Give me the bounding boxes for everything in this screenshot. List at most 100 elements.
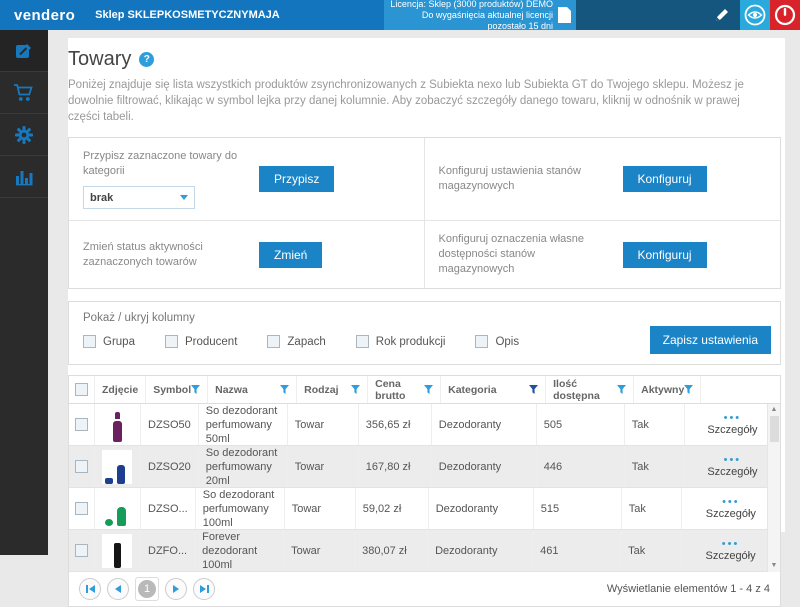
content-area: Towary ? Poniżej znajduje się lista wszy…: [48, 30, 800, 555]
category-select[interactable]: brak: [83, 186, 195, 209]
document-icon: [558, 7, 571, 23]
next-page-button[interactable]: [165, 578, 187, 600]
ellipsis-icon: •••: [722, 539, 740, 549]
table-row: DZSO... So dezodorant perfumowany 100ml …: [69, 488, 780, 530]
current-page-button[interactable]: 1: [135, 577, 159, 601]
license-line2: Do wygaśnięcia aktualnej licencji pozost…: [390, 10, 553, 32]
product-photo: [95, 446, 141, 487]
availability-section: Konfiguruj oznaczenia własne dostępności…: [425, 221, 781, 288]
scroll-up-icon[interactable]: ▲: [771, 406, 778, 414]
filter-funnel-icon[interactable]: [424, 385, 433, 395]
header-quantity: Ilość dostępna: [546, 376, 634, 403]
last-page-button[interactable]: [193, 578, 215, 600]
cell-active: Tak: [625, 446, 685, 487]
cell-price: 356,65 zł: [359, 404, 432, 445]
filter-funnel-icon-active[interactable]: [529, 385, 538, 395]
checkbox-icon[interactable]: [475, 335, 488, 348]
cell-active: Tak: [621, 530, 681, 571]
header-details: [701, 376, 780, 403]
checkbox-icon[interactable]: [356, 335, 369, 348]
table-row: DZFO... Forever dezodorant 100ml Towar 3…: [69, 530, 780, 572]
cell-category: Dezodoranty: [428, 530, 533, 571]
configure-availability-button[interactable]: Konfiguruj: [623, 242, 707, 268]
row-checkbox[interactable]: [69, 404, 95, 445]
pagination-summary: Wyświetlanie elementów 1 - 4 z 4: [607, 583, 770, 595]
pencil-icon[interactable]: [714, 7, 730, 23]
shop-name-label: Sklep SKLEPKOSMETYCZNYMAJA: [95, 0, 280, 30]
previous-page-button[interactable]: [107, 578, 129, 600]
cell-symbol: DZSO20: [141, 446, 199, 487]
save-settings-button[interactable]: Zapisz ustawienia: [650, 326, 771, 354]
cell-quantity: 515: [534, 488, 622, 529]
select-all-checkbox[interactable]: [69, 376, 95, 403]
header-type: Rodzaj: [297, 376, 368, 403]
column-toggle-opis[interactable]: Opis: [475, 335, 519, 348]
cell-name: So dezodorant perfumowany 20ml: [199, 446, 288, 487]
vendero-logo[interactable]: vendero: [0, 0, 75, 30]
details-link[interactable]: ••• Szczegóły: [685, 446, 780, 487]
scrollbar-thumb[interactable]: [770, 416, 779, 442]
table-row: DZSO50 So dezodorant perfumowany 50ml To…: [69, 404, 780, 446]
row-checkbox[interactable]: [69, 530, 95, 571]
columns-panel-title: Pokaż / ukryj kolumny: [83, 312, 766, 324]
topbar-spacer: [280, 0, 384, 30]
column-toggle-zapach[interactable]: Zapach: [267, 335, 325, 348]
change-status-section: Zmień status aktywności zaznaczonych tow…: [69, 221, 425, 288]
details-link[interactable]: ••• Szczegóły: [685, 404, 780, 445]
filter-funnel-icon[interactable]: [684, 385, 693, 395]
stock-settings-section: Konfiguruj ustawienia stanów magazynowyc…: [425, 138, 781, 221]
table-scrollbar[interactable]: ▲ ▼: [767, 404, 780, 572]
cell-active: Tak: [625, 404, 685, 445]
sidebar-item-orders[interactable]: [0, 72, 48, 114]
checkbox-icon[interactable]: [165, 335, 178, 348]
cell-category: Dezodoranty: [432, 404, 537, 445]
cell-type: Towar: [284, 530, 355, 571]
category-select-value: brak: [90, 192, 180, 204]
sidebar: [0, 30, 48, 555]
configure-stock-button[interactable]: Konfiguruj: [623, 166, 707, 192]
filter-funnel-icon[interactable]: [191, 385, 200, 395]
cell-category: Dezodoranty: [429, 488, 534, 529]
sidebar-item-statistics[interactable]: [0, 156, 48, 198]
gear-icon: [14, 125, 34, 145]
details-link[interactable]: ••• Szczegóły: [681, 530, 780, 571]
filter-funnel-icon[interactable]: [351, 385, 360, 395]
logout-button[interactable]: [770, 0, 800, 30]
ellipsis-icon: •••: [724, 413, 742, 423]
cell-type: Towar: [285, 488, 356, 529]
filter-funnel-icon[interactable]: [280, 385, 289, 395]
pagination-bar: 1 Wyświetlanie elementów 1 - 4 z 4: [69, 572, 780, 606]
help-icon[interactable]: ?: [139, 52, 154, 67]
sidebar-item-settings[interactable]: [0, 114, 48, 156]
cell-symbol: DZSO...: [141, 488, 196, 529]
details-link[interactable]: ••• Szczegóły: [682, 488, 780, 529]
first-page-button[interactable]: [79, 578, 101, 600]
cell-price: 167,80 zł: [359, 446, 432, 487]
page-title: Towary: [68, 48, 131, 71]
cell-quantity: 505: [537, 404, 625, 445]
checkbox-icon[interactable]: [83, 335, 96, 348]
column-toggle-producent[interactable]: Producent: [165, 335, 237, 348]
cell-name: Forever dezodorant 100ml: [195, 530, 284, 571]
checkbox-icon[interactable]: [267, 335, 280, 348]
row-checkbox[interactable]: [69, 488, 95, 529]
assign-button[interactable]: Przypisz: [259, 166, 334, 192]
assign-category-label: Przypisz zaznaczone towary do kategorii: [83, 149, 245, 179]
change-status-label: Zmień status aktywności zaznaczonych tow…: [83, 240, 245, 270]
change-status-button[interactable]: Zmień: [259, 242, 322, 268]
row-checkbox[interactable]: [69, 446, 95, 487]
bulk-actions-panel: Przypisz zaznaczone towary do kategorii …: [68, 137, 781, 289]
ellipsis-icon: •••: [724, 455, 742, 465]
preview-shop-button[interactable]: [740, 0, 770, 30]
edit-document-icon: [14, 41, 34, 61]
column-toggle-grupa[interactable]: Grupa: [83, 335, 135, 348]
filter-funnel-icon[interactable]: [617, 385, 626, 395]
header-category: Kategoria: [441, 376, 546, 403]
sidebar-item-products[interactable]: [0, 30, 48, 72]
column-toggle-rok-produkcji[interactable]: Rok produkcji: [356, 335, 446, 348]
topbar-tools: [576, 0, 740, 30]
scroll-down-icon[interactable]: ▼: [771, 562, 778, 570]
header-photo: Zdjęcie: [95, 376, 146, 403]
columns-panel: Pokaż / ukryj kolumny Grupa Producent Za…: [68, 301, 781, 365]
cell-name: So dezodorant perfumowany 50ml: [199, 404, 288, 445]
